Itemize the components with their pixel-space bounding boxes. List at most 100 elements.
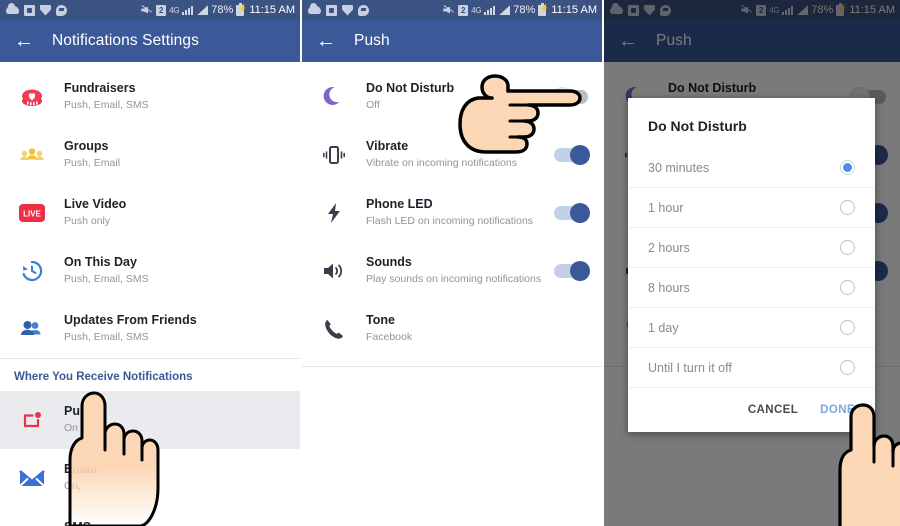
screen-push: 2 4G 78% 11:15 AM ← Push Do (302, 0, 602, 526)
list-item-fundraisers[interactable]: Fundraisers Push, Email, SMS (0, 68, 300, 126)
radio-button-icon[interactable] (840, 280, 855, 295)
list-item-subtitle: Push, Email (64, 156, 121, 169)
dialog-option-label: 1 day (648, 320, 679, 335)
dialog-option-label: 1 hour (648, 200, 684, 215)
list-item-text: Live Video Push only (64, 197, 286, 228)
download-icon (40, 4, 51, 16)
list-item-text: Email On, (64, 462, 286, 493)
signal-bars-icon (182, 5, 194, 15)
list-item-text: Push On (64, 404, 286, 435)
list-item-text: Updates From Friends Push, Email, SMS (64, 313, 286, 344)
list-item-text: Sounds Play sounds on incoming notificat… (366, 255, 546, 286)
dialog-option-label: Until I turn it off (648, 360, 732, 375)
toggle-phone-led[interactable] (554, 203, 590, 223)
toggle-sounds[interactable] (554, 261, 590, 281)
svg-text:LIVE: LIVE (23, 210, 41, 219)
list-item-phone-led[interactable]: Phone LED Flash LED on incoming notifica… (302, 184, 602, 242)
dialog-option-label: 2 hours (648, 240, 690, 255)
groups-icon (14, 137, 50, 173)
sms-icon (14, 518, 50, 526)
radio-button-icon[interactable] (840, 240, 855, 255)
radio-button-icon[interactable] (840, 320, 855, 335)
list-item-on-this-day[interactable]: On This Day Push, Email, SMS (0, 242, 300, 300)
screenshot-icon (326, 4, 337, 16)
signal-bars-2-icon (197, 5, 209, 15)
back-arrow-icon[interactable]: ← (316, 31, 338, 51)
dialog-option-1-day[interactable]: 1 day (628, 308, 875, 348)
battery-icon (538, 2, 549, 16)
radio-button-icon[interactable] (840, 200, 855, 215)
radio-button-icon[interactable] (840, 160, 855, 175)
status-bar-left-icons (308, 3, 369, 16)
list-item-text: Phone LED Flash LED on incoming notifica… (366, 197, 546, 228)
network-type-icon: 4G (169, 5, 180, 15)
list-item-subtitle: Flash LED on incoming notifications (366, 214, 533, 227)
do-not-disturb-dialog: Do Not Disturb 30 minutes 1 hour 2 hours… (628, 98, 875, 432)
email-icon (14, 460, 50, 496)
list-item-subtitle: Push, Email, SMS (64, 272, 149, 285)
dialog-option-8-hours[interactable]: 8 hours (628, 268, 875, 308)
dual-sim-icon: 2 (458, 4, 469, 16)
list-item-sounds[interactable]: Sounds Play sounds on incoming notificat… (302, 242, 602, 300)
list-item-title: Vibrate (366, 139, 409, 154)
messenger-icon (56, 4, 67, 16)
back-arrow-icon[interactable]: ← (14, 31, 36, 51)
list-item-subtitle: On (64, 421, 79, 434)
list-item-email[interactable]: Email On, (0, 449, 300, 507)
list-item-title: Sounds (366, 255, 412, 270)
list-item-updates-from-friends[interactable]: Updates From Friends Push, Email, SMS (0, 300, 300, 358)
radio-button-icon[interactable] (840, 360, 855, 375)
list-item-text: SMS SMS not activated • Turn on SMS (64, 520, 286, 526)
list-item-subtitle: Off (366, 98, 380, 111)
list-item-vibrate[interactable]: Vibrate Vibrate on incoming notification… (302, 126, 602, 184)
list-item-subtitle: Push, Email, SMS (64, 98, 149, 111)
phone-led-icon (316, 195, 352, 231)
toggle-do-not-disturb[interactable] (552, 87, 588, 107)
dialog-option-label: 8 hours (648, 280, 690, 295)
list-item-title: SMS (64, 520, 286, 526)
dialog-option-2-hours[interactable]: 2 hours (628, 228, 875, 268)
list-item-groups[interactable]: Groups Push, Email (0, 126, 300, 184)
list-item-text: Fundraisers Push, Email, SMS (64, 81, 286, 112)
signal-bars-icon (484, 5, 496, 15)
toggle-vibrate[interactable] (554, 145, 590, 165)
done-button[interactable]: DONE (820, 404, 855, 416)
messenger-icon (358, 4, 369, 16)
battery-percent: 78% (211, 4, 234, 16)
list-item-subtitle: Vibrate on incoming notifications (366, 156, 517, 169)
dialog-option-until-i-turn-it-off[interactable]: Until I turn it off (628, 348, 875, 388)
dialog-option-30-minutes[interactable]: 30 minutes (628, 148, 875, 188)
status-bar: 2 4G 78% 11:15 AM (302, 0, 602, 20)
list-item-text: Vibrate Vibrate on incoming notification… (366, 139, 546, 170)
list-item-text: Do Not Disturb Off (366, 81, 546, 112)
page-title: Push (354, 32, 390, 49)
list-item-title: Push (64, 404, 95, 419)
moon-icon (316, 79, 352, 115)
cancel-button[interactable]: CANCEL (748, 404, 798, 416)
vibrate-icon (316, 137, 352, 173)
list-bottom-divider (302, 366, 602, 367)
list-item-title: Groups (64, 139, 109, 154)
clock: 11:15 AM (249, 4, 295, 16)
three-screen-sequence: 2 4G 78% 11:15 AM ← Notifications Settin… (0, 0, 900, 526)
tone-icon (316, 311, 352, 347)
list-item-text: Tone Facebook (366, 313, 588, 344)
on-this-day-icon (14, 253, 50, 289)
list-item-push[interactable]: Push On (0, 391, 300, 449)
page-title: Notifications Settings (52, 32, 199, 49)
list-item-subtitle: On, (64, 479, 81, 492)
push-settings-list: Do Not Disturb Off Vibrate Vibrate on in… (302, 62, 602, 367)
status-bar-right-icons: 2 4G 78% 11:15 AM (443, 2, 597, 16)
dual-sim-icon: 2 (156, 4, 167, 16)
list-item-tone[interactable]: Tone Facebook (302, 300, 602, 358)
cloud-upload-icon (6, 3, 19, 14)
network-type-icon: 4G (471, 5, 482, 15)
list-item-live-video[interactable]: LIVE Live Video Push only (0, 184, 300, 242)
dialog-option-1-hour[interactable]: 1 hour (628, 188, 875, 228)
list-item-do-not-disturb[interactable]: Do Not Disturb Off (302, 68, 602, 126)
notification-category-list: Fundraisers Push, Email, SMS Groups Push… (0, 62, 300, 526)
screen-notifications-settings: 2 4G 78% 11:15 AM ← Notifications Settin… (0, 0, 300, 526)
list-item-sms[interactable]: SMS SMS not activated • Turn on SMS (0, 507, 300, 526)
section-header-where-you-receive: Where You Receive Notifications (0, 358, 300, 391)
list-item-subtitle: Facebook (366, 330, 413, 343)
